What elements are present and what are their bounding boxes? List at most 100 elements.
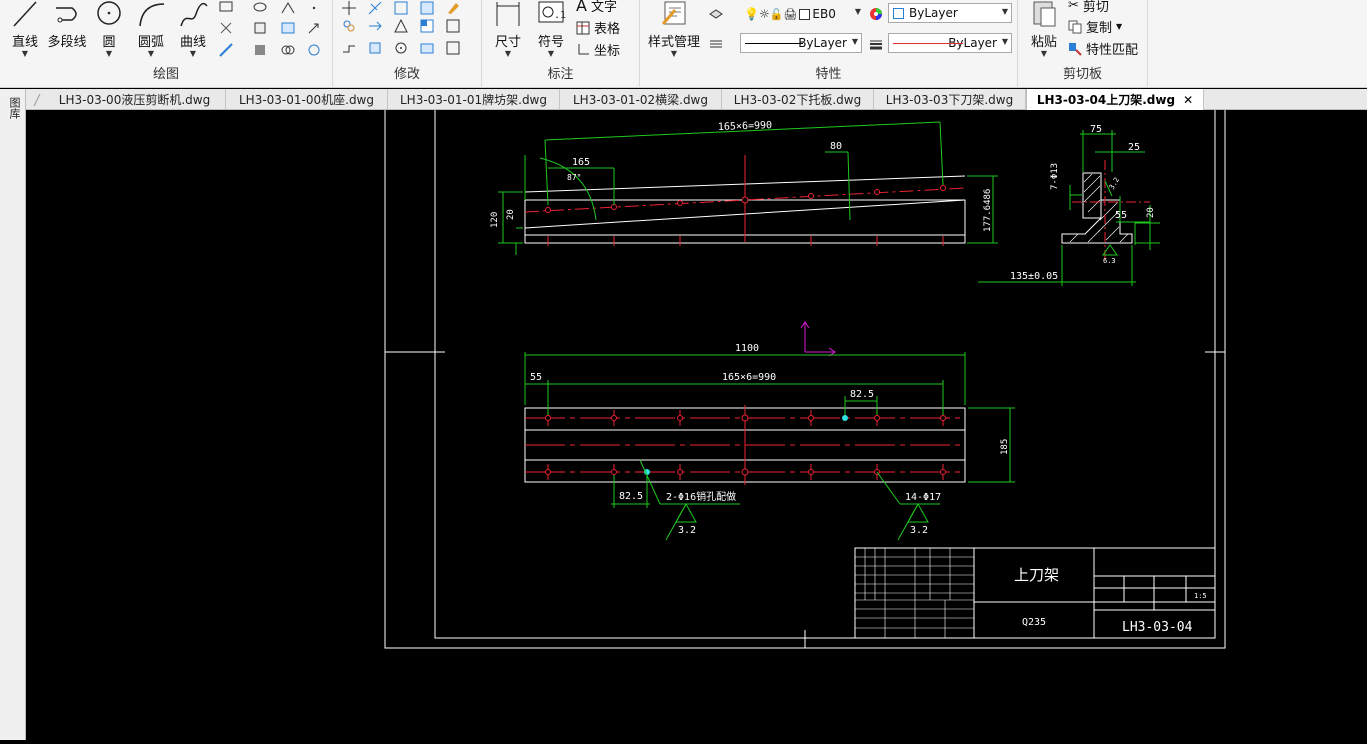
table-label: 表格 [594, 22, 621, 37]
hatch-icon[interactable] [218, 20, 234, 36]
polyline-label: 多段线 [47, 35, 87, 50]
material: Q235 [1022, 617, 1046, 628]
coordinate-label: 坐标 [594, 44, 621, 59]
drawing-svg[interactable]: 165×6=990 165 80 87° 120 20 177.6486 75 … [26, 99, 1367, 740]
rotate-icon[interactable] [393, 40, 409, 56]
copy-caret-icon: ▼ [1116, 22, 1123, 31]
dim-side-20: 20 [1146, 207, 1156, 218]
dim-side-holes: 7-Φ13 [1050, 163, 1060, 190]
erase-icon[interactable] [445, 0, 461, 16]
circle-button[interactable]: 圆 ▼ [94, 0, 124, 58]
linetype-dropdown-arrow-icon: ▼ [851, 37, 858, 46]
tab-document-3[interactable]: LH3-03-01-02横梁.dwg [560, 89, 722, 110]
properties-panel: 样式管理 ▼ 💡 ☼ 🔓 🖨 EB0 ▼ ByLayer ▼ ByLayer ▼ [640, 0, 1018, 88]
point-icon[interactable] [306, 0, 322, 16]
layer-dropdown-arrow-icon: ▼ [854, 7, 861, 16]
dim-top-165: 165 [572, 157, 590, 168]
tab-scroll-icon[interactable] [30, 92, 42, 108]
roughness-2: 3.2 [910, 525, 928, 536]
ellipse-icon[interactable] [252, 0, 268, 16]
ribbon: 直线 ▼ 多段线 圆 ▼ 圆弧 ▼ 曲线 ▼ 绘图 修改 尺寸 ▼ .1 符号 … [0, 0, 1367, 88]
array-icon[interactable] [393, 18, 409, 34]
tab-document-0[interactable]: LH3-03-00液压剪断机.dwg [44, 89, 226, 110]
match-properties-button[interactable]: 特性匹配 [1068, 39, 1138, 58]
tab-document-5[interactable]: LH3-03-03下刀架.dwg [874, 89, 1026, 110]
drawing-canvas[interactable]: 165×6=990 165 80 87° 120 20 177.6486 75 … [26, 99, 1367, 740]
copy-label: 复制 [1086, 21, 1113, 36]
wipeout-icon[interactable] [280, 0, 296, 16]
join-icon[interactable] [445, 40, 461, 56]
arc-label: 圆弧 [137, 35, 164, 50]
tab-document-6[interactable]: LH3-03-04上刀架.dwg ✕ [1026, 89, 1204, 110]
text-button[interactable]: A 文字 [576, 0, 617, 15]
stretch-icon[interactable] [341, 40, 357, 56]
symbol-button[interactable]: .1 符号 ▼ [534, 0, 568, 58]
move-icon[interactable] [341, 0, 357, 16]
style-manager-button[interactable]: 样式管理 ▼ [644, 0, 704, 58]
linetype-manager-icon[interactable] [708, 36, 724, 52]
lineweight-icon[interactable] [868, 36, 884, 52]
arrow-icon[interactable] [306, 20, 322, 36]
dimension-button[interactable]: 尺寸 ▼ [490, 0, 526, 58]
rectangle-icon[interactable] [218, 0, 234, 16]
offset-icon[interactable] [393, 0, 409, 16]
linetype-dropdown[interactable]: ByLayer ▼ [740, 33, 862, 53]
lineweight-dropdown[interactable]: ByLayer ▼ [888, 33, 1012, 53]
mirror-icon[interactable] [367, 40, 383, 56]
coordinate-button[interactable]: 坐标 [576, 40, 620, 59]
dim-side-135: 135±0.05 [1010, 271, 1058, 282]
block-icon[interactable] [252, 42, 268, 58]
circle-label: 圆 [102, 35, 116, 50]
ucs-icon [800, 321, 836, 357]
curve-button[interactable]: 曲线 ▼ [176, 0, 210, 58]
properties-panel-title: 特性 [815, 67, 842, 82]
layer-dropdown[interactable]: 💡 ☼ 🔓 🖨 EB0 ▼ [740, 4, 864, 24]
dim-side-25: 25 [1128, 142, 1140, 153]
dimension-label: 尺寸 [494, 35, 521, 50]
color-wheel-icon[interactable] [868, 6, 884, 22]
arc-button[interactable]: 圆弧 ▼ [134, 0, 168, 58]
explode-icon[interactable] [419, 40, 435, 56]
left-sidebar: 图库 [0, 89, 26, 740]
outer-frame [384, 99, 1226, 649]
scale-icon[interactable] [419, 0, 435, 16]
cloud-icon[interactable] [280, 42, 296, 58]
region-icon[interactable] [252, 20, 268, 36]
extend-icon[interactable] [367, 18, 383, 34]
draw-panel: 直线 ▼ 多段线 圆 ▼ 圆弧 ▼ 曲线 ▼ 绘图 [0, 0, 333, 88]
library-panel-tab[interactable]: 图库 [4, 97, 21, 119]
line-label: 直线 [11, 35, 38, 50]
tab-document-1[interactable]: LH3-03-01-00机座.dwg [226, 89, 388, 110]
curve-icon [180, 2, 208, 27]
copy-button[interactable]: 复制 ▼ [1068, 17, 1122, 36]
paste-button[interactable]: 粘贴 ▼ [1026, 0, 1062, 58]
dim-side-75: 75 [1090, 124, 1102, 135]
cut-button[interactable]: ✂ 剪切 [1068, 0, 1109, 15]
trim-icon[interactable] [367, 0, 383, 16]
tab-document-2[interactable]: LH3-03-01-01牌坊架.dwg [388, 89, 560, 110]
copy-obj-icon[interactable] [341, 18, 357, 34]
line-caret-icon: ▼ [21, 49, 29, 58]
polyline-button[interactable]: 多段线 [46, 0, 88, 50]
layer-manager-icon[interactable] [708, 6, 724, 22]
linetype-value: ByLayer [798, 36, 847, 50]
tab-document-4[interactable]: LH3-03-02下托板.dwg [722, 89, 874, 110]
centerline-icon[interactable] [306, 42, 322, 58]
title-block: 上刀架 Q235 LH3-03-04 1:5 [854, 547, 1216, 639]
tab-close-icon[interactable]: ✕ [1183, 93, 1193, 107]
copy-icon [1068, 20, 1082, 33]
tab-label: LH3-03-01-02横梁.dwg [572, 93, 708, 107]
text-icon: A [576, 0, 587, 15]
dim-top-177: 177.6486 [983, 189, 993, 232]
paste-label: 粘贴 [1030, 35, 1057, 50]
color-dropdown[interactable]: ByLayer ▼ [888, 3, 1012, 23]
line-button[interactable]: 直线 ▼ [8, 0, 42, 58]
gradient-icon[interactable] [218, 42, 234, 58]
break-icon[interactable] [445, 18, 461, 34]
arc-icon [139, 3, 165, 27]
color-value: ByLayer [909, 6, 958, 20]
table-draw-icon[interactable] [280, 20, 296, 36]
dimension-icon [496, 2, 520, 26]
table-button[interactable]: 表格 [576, 18, 620, 37]
fillet-icon[interactable] [419, 18, 435, 34]
